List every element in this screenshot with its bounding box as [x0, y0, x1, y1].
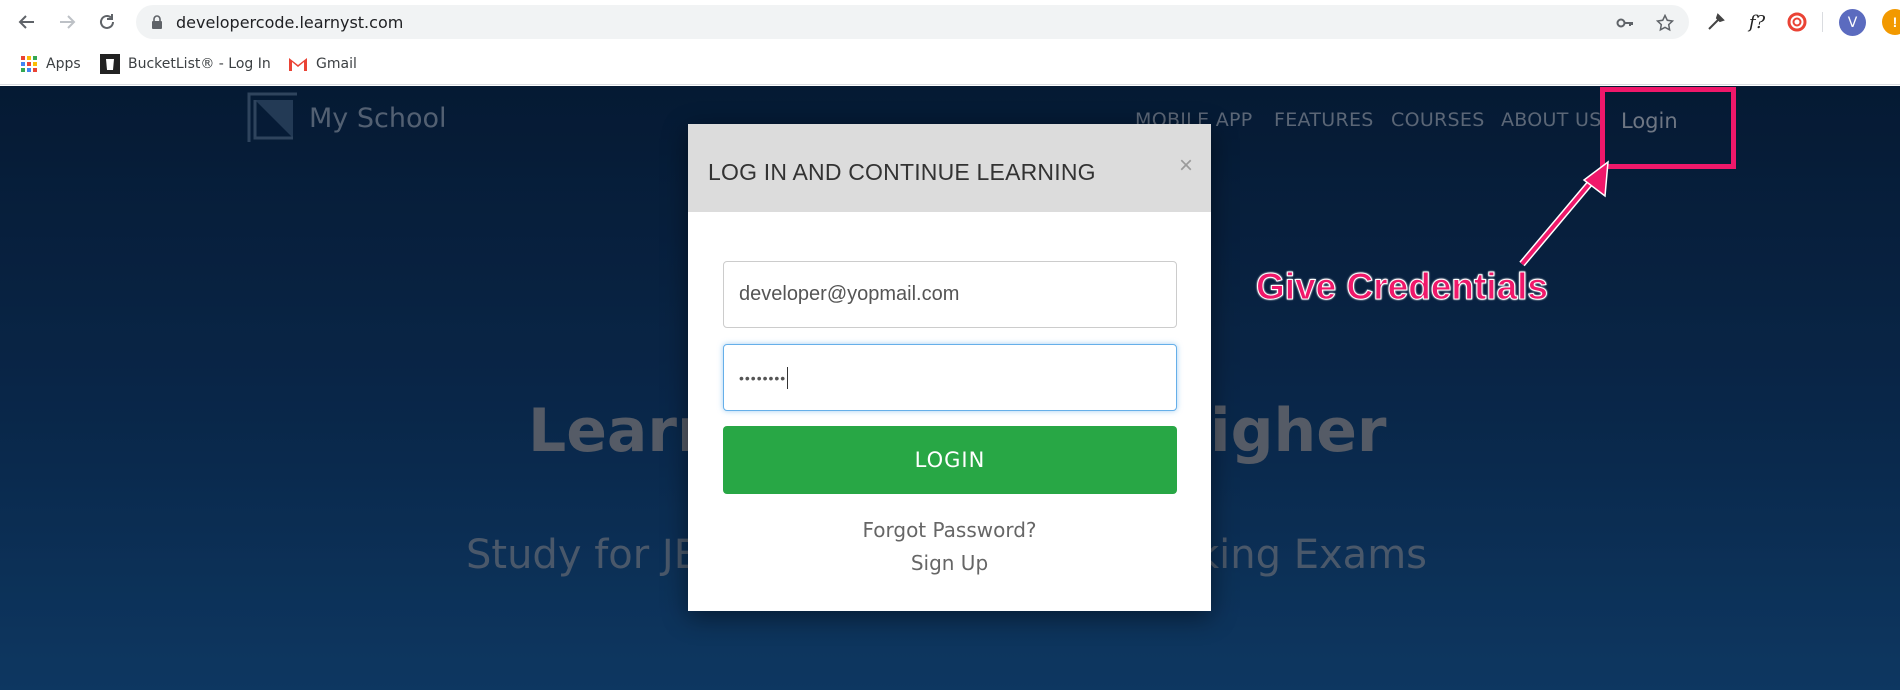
forgot-password-link[interactable]: Forgot Password?	[688, 518, 1211, 542]
apps-grid-icon	[21, 56, 37, 72]
address-bar[interactable]: developercode.learnyst.com	[136, 5, 1689, 39]
reload-icon	[100, 14, 114, 29]
modal-title: LOG IN AND CONTINUE LEARNING	[708, 159, 1096, 185]
forward-button[interactable]	[54, 9, 80, 35]
email-input[interactable]: developer@yopmail.com	[723, 261, 1177, 328]
annotation-text: Give Credentials	[1255, 266, 1549, 308]
toolbar-divider	[1822, 12, 1823, 32]
email-value: developer@yopmail.com	[739, 283, 960, 305]
highlight-box	[1600, 87, 1736, 169]
bookmark-apps[interactable]: Apps	[20, 52, 81, 76]
bookmark-label: Apps	[46, 56, 81, 72]
password-value: ••••••••	[739, 369, 787, 386]
back-button[interactable]	[14, 9, 40, 35]
key-icon[interactable]	[1616, 14, 1634, 32]
star-icon[interactable]	[1656, 14, 1674, 32]
bucketlist-icon	[100, 54, 120, 74]
back-arrow-icon	[18, 15, 34, 29]
bookmarks-bar: Apps BucketList® - Log In Gmail	[0, 44, 1900, 85]
eyedropper-extension-icon[interactable]	[1704, 10, 1728, 34]
lock-icon	[152, 15, 162, 29]
text-caret	[787, 366, 789, 389]
bookmark-label: Gmail	[316, 56, 357, 72]
reload-button[interactable]	[94, 9, 120, 35]
forward-arrow-icon	[60, 15, 76, 29]
sign-up-link[interactable]: Sign Up	[688, 551, 1211, 575]
bookmark-bucketlist[interactable]: BucketList® - Log In	[100, 52, 271, 76]
profile-avatar[interactable]: V	[1839, 9, 1866, 36]
login-button[interactable]: LOGIN	[723, 426, 1177, 494]
update-badge[interactable]: !	[1882, 9, 1900, 35]
bookmark-label: BucketList® - Log In	[128, 56, 271, 72]
browser-toolbar: developercode.learnyst.com f? V !	[0, 0, 1900, 44]
swirl-extension-icon[interactable]	[1785, 10, 1809, 34]
password-input[interactable]: ••••••••	[723, 344, 1177, 411]
gmail-icon	[289, 58, 307, 71]
function-extension-icon[interactable]: f?	[1745, 10, 1769, 34]
login-modal: LOG IN AND CONTINUE LEARNING × developer…	[688, 124, 1211, 611]
bookmark-gmail[interactable]: Gmail	[288, 52, 357, 76]
close-icon[interactable]: ×	[1179, 152, 1193, 180]
url-text: developercode.learnyst.com	[176, 13, 404, 32]
modal-header: LOG IN AND CONTINUE LEARNING ×	[688, 124, 1211, 212]
